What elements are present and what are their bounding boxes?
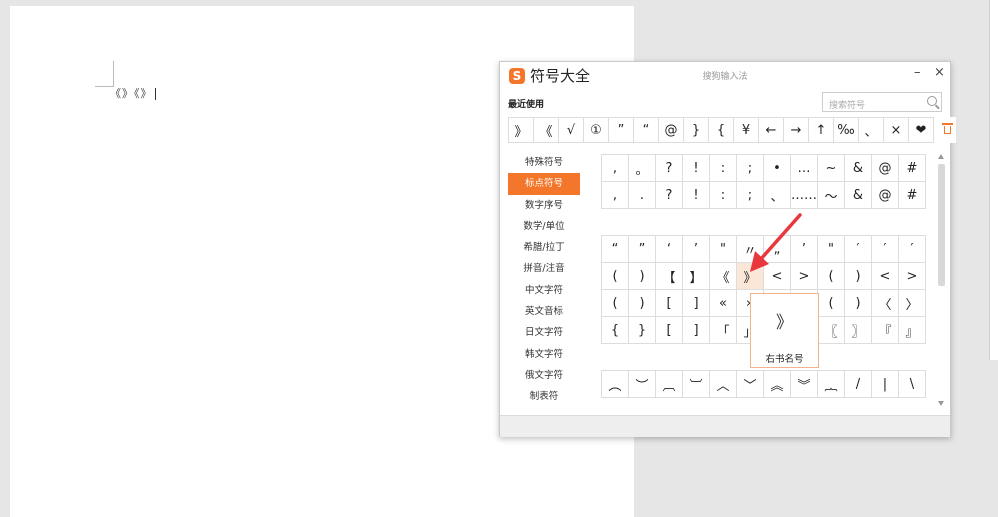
red-arrow-annotation — [750, 213, 802, 272]
arrow-shaft — [758, 213, 802, 262]
